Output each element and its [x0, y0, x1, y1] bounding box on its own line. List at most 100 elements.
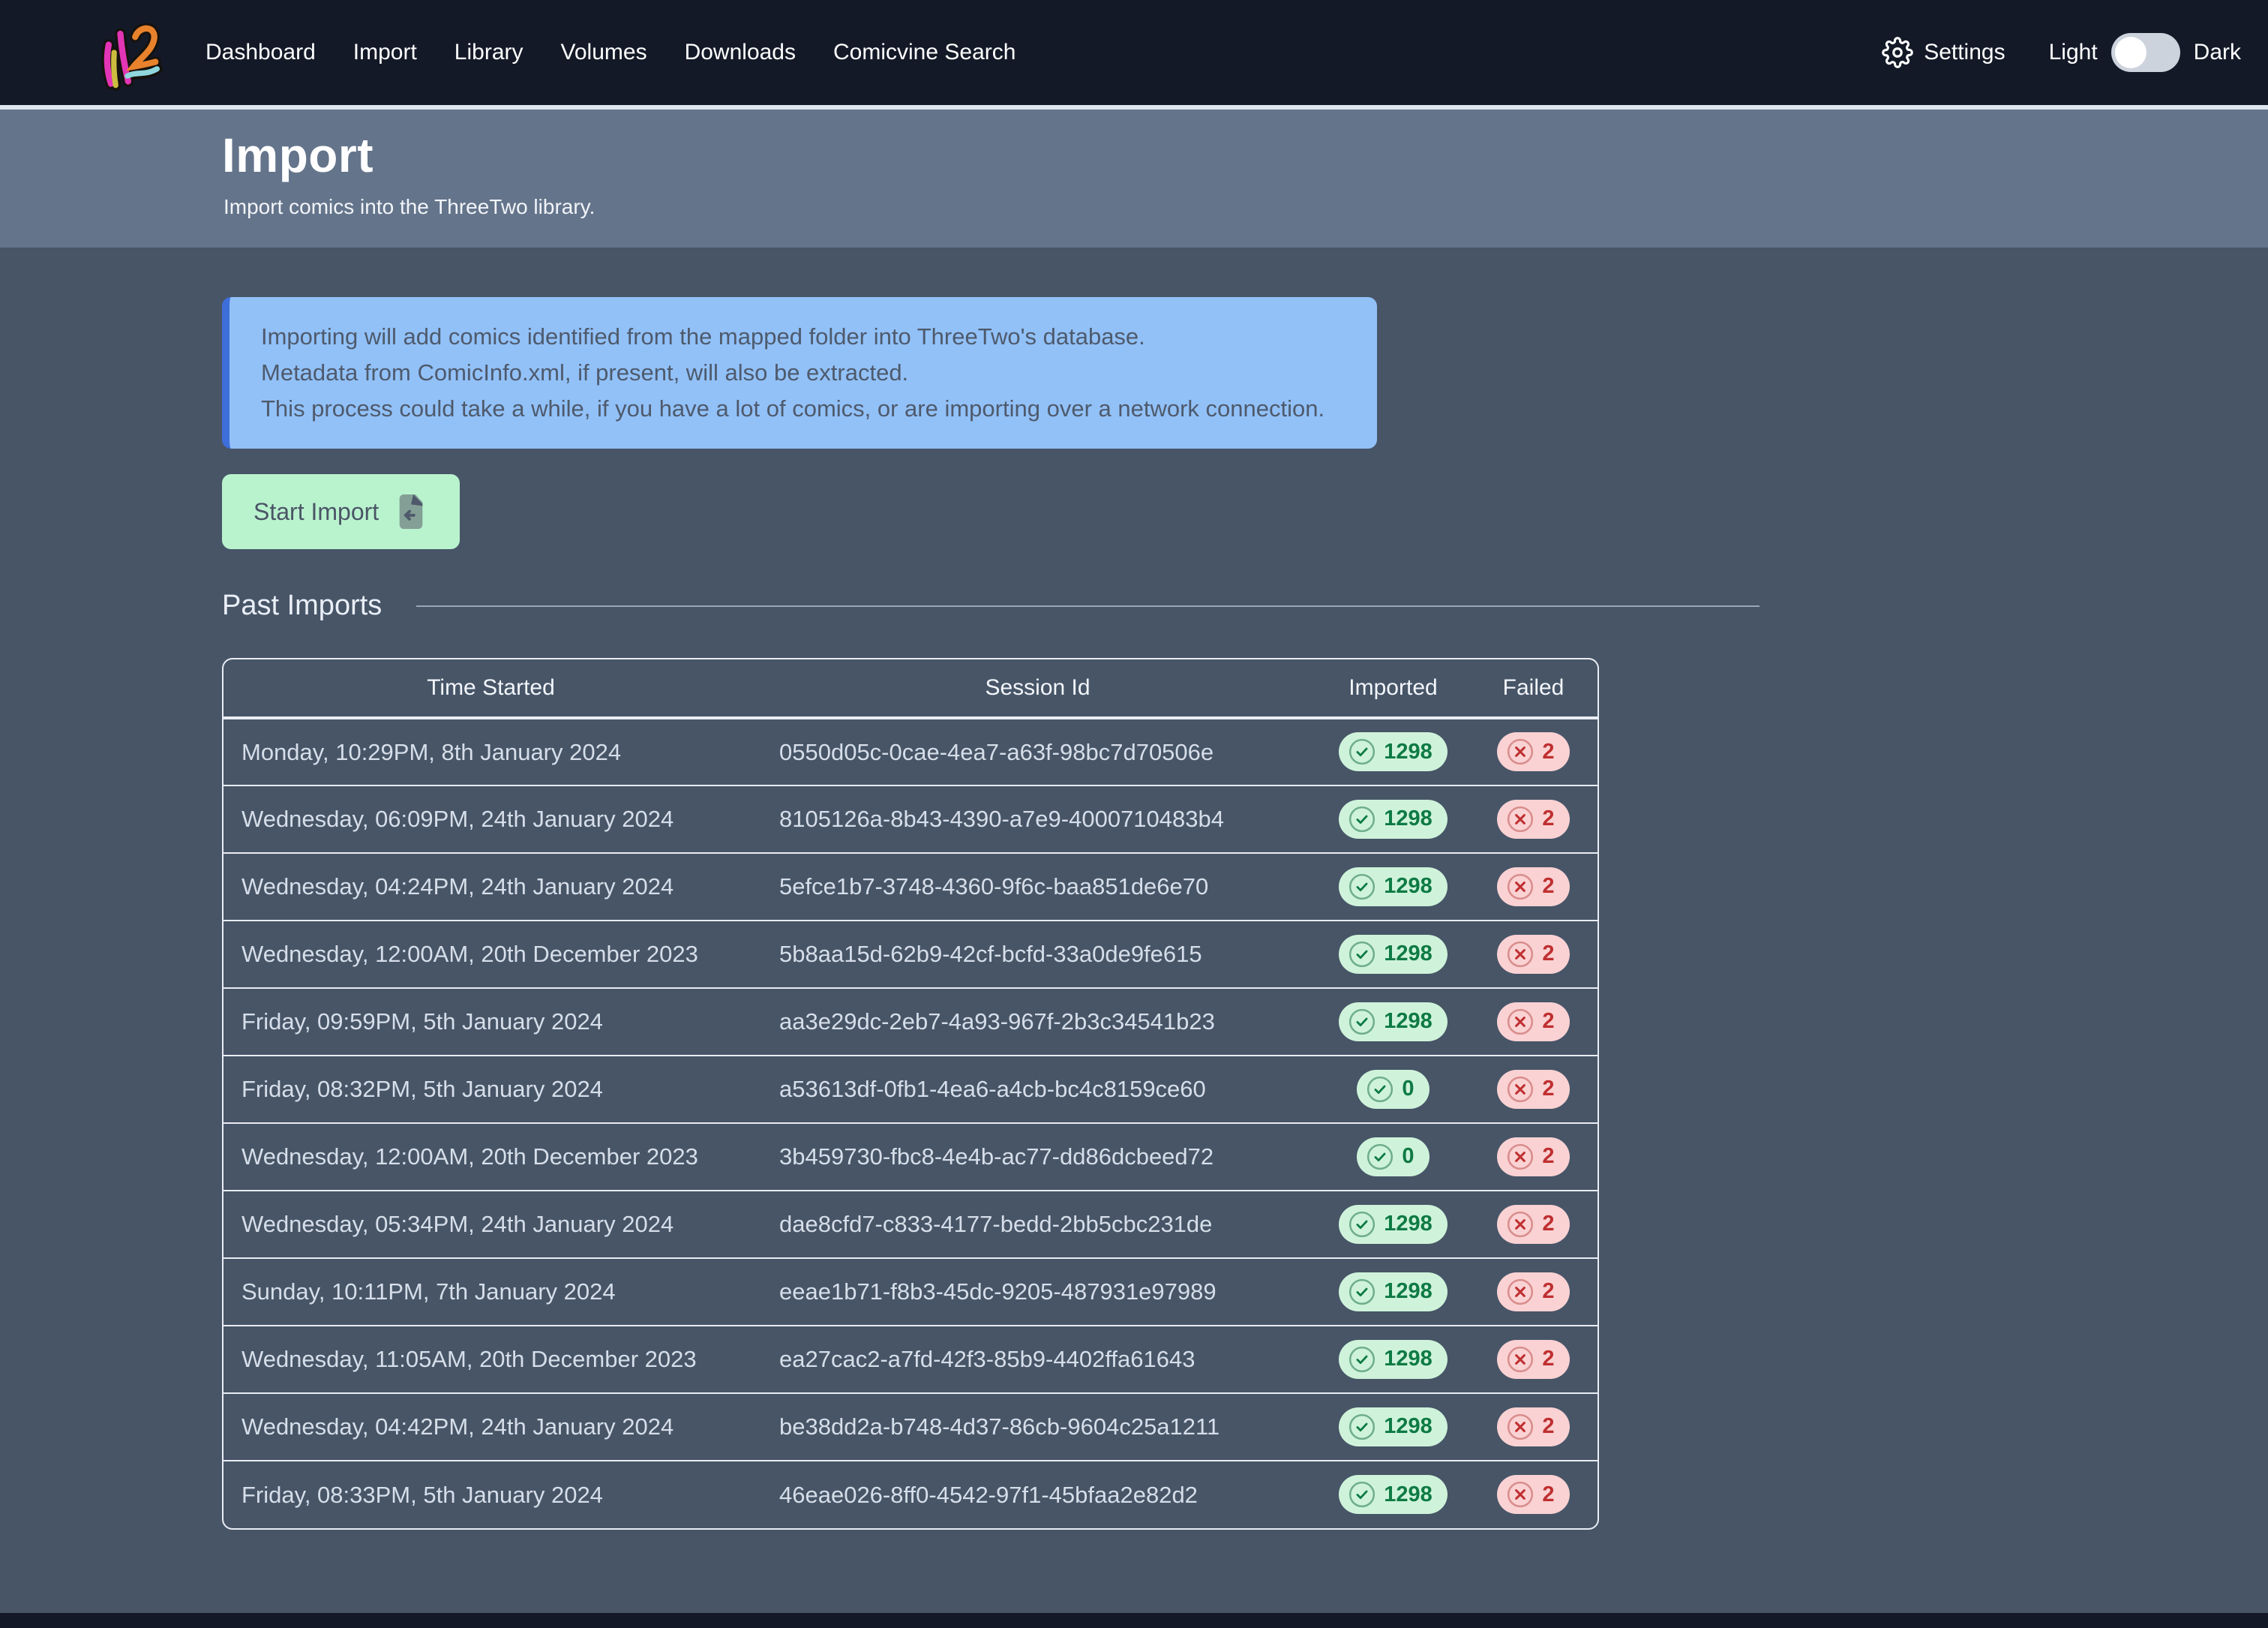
table-row: Friday, 08:33PM, 5th January 202446eae02…	[224, 1461, 1598, 1528]
imported-count-badge: 1298	[1339, 935, 1448, 974]
badge-count: 1298	[1384, 1484, 1432, 1506]
nav-item-downloads[interactable]: Downloads	[685, 40, 796, 65]
circle-x-icon	[1506, 1210, 1534, 1239]
imported-cell: 1298	[1317, 785, 1469, 853]
badge-count: 2	[1542, 808, 1554, 830]
circle-x-icon	[1506, 1345, 1534, 1374]
failed-count-badge: 2	[1497, 935, 1569, 974]
imported-cell: 1298	[1317, 1393, 1469, 1461]
column-header-failed: Failed	[1469, 659, 1598, 718]
badge-count: 2	[1542, 1416, 1554, 1437]
time-started-cell: Sunday, 10:11PM, 7th January 2024	[224, 1258, 758, 1326]
file-import-icon	[394, 493, 428, 530]
time-started-cell: Friday, 09:59PM, 5th January 2024	[224, 988, 758, 1056]
imported-count-badge: 1298	[1339, 867, 1448, 906]
failed-cell: 2	[1469, 988, 1598, 1056]
session-id-cell: 8105126a-8b43-4390-a7e9-4000710483b4	[758, 785, 1317, 853]
time-started-cell: Monday, 10:29PM, 8th January 2024	[224, 718, 758, 785]
imported-cell: 1298	[1317, 1191, 1469, 1258]
imported-count-badge: 1298	[1339, 800, 1448, 839]
failed-cell: 2	[1469, 1393, 1598, 1461]
page-subtitle: Import comics into the ThreeTwo library.	[224, 195, 2268, 219]
imported-cell: 0	[1317, 1056, 1469, 1123]
notification-line-3: This process could take a while, if you …	[261, 391, 1346, 427]
time-started-cell: Friday, 08:32PM, 5th January 2024	[224, 1056, 758, 1123]
badge-count: 0	[1402, 1078, 1414, 1100]
circle-check-icon	[1348, 1210, 1376, 1239]
column-header-time-started: Time Started	[224, 659, 758, 718]
badge-count: 2	[1542, 876, 1554, 897]
failed-cell: 2	[1469, 921, 1598, 988]
failed-cell: 2	[1469, 853, 1598, 921]
nav-item-dashboard[interactable]: Dashboard	[206, 40, 316, 65]
past-imports-table: Time StartedSession IdImportedFailed Mon…	[222, 658, 1599, 1530]
start-import-button[interactable]: Start Import	[222, 474, 460, 549]
circle-x-icon	[1506, 737, 1534, 766]
failed-cell: 2	[1469, 1123, 1598, 1191]
session-id-cell: aa3e29dc-2eb7-4a93-967f-2b3c34541b23	[758, 988, 1317, 1056]
notification-line-2: Metadata from ComicInfo.xml, if present,…	[261, 355, 1346, 391]
nav-links: Dashboard Import Library Volumes Downloads Co…	[206, 40, 1016, 65]
imported-count-badge: 1298	[1339, 1340, 1448, 1379]
failed-cell: 2	[1469, 1258, 1598, 1326]
failed-count-badge: 2	[1497, 1070, 1569, 1109]
table-row: Wednesday, 06:09PM, 24th January 2024810…	[224, 785, 1598, 853]
nav-item-import[interactable]: Import	[353, 40, 417, 65]
time-started-cell: Wednesday, 06:09PM, 24th January 2024	[224, 785, 758, 853]
badge-count: 0	[1402, 1146, 1414, 1167]
circle-x-icon	[1506, 1075, 1534, 1104]
table-row: Sunday, 10:11PM, 7th January 2024eeae1b7…	[224, 1258, 1598, 1326]
threetwo-logo-icon[interactable]	[92, 14, 170, 92]
circle-x-icon	[1506, 1413, 1534, 1441]
badge-count: 2	[1542, 1146, 1554, 1167]
imported-cell: 1298	[1317, 921, 1469, 988]
failed-count-badge: 2	[1497, 800, 1569, 839]
section-divider-line	[416, 605, 1760, 607]
column-header-imported: Imported	[1317, 659, 1469, 718]
imported-count-badge: 1298	[1339, 1475, 1448, 1514]
failed-cell: 2	[1469, 718, 1598, 785]
imported-count-badge: 1298	[1339, 732, 1448, 771]
time-started-cell: Wednesday, 11:05AM, 20th December 2023	[224, 1326, 758, 1393]
past-imports-heading: Past Imports	[222, 590, 382, 622]
badge-count: 1298	[1384, 741, 1432, 763]
settings-link[interactable]: Settings	[1882, 37, 2005, 68]
session-id-cell: ea27cac2-a7fd-42f3-85b9-4402ffa61643	[758, 1326, 1317, 1393]
session-id-cell: 46eae026-8ff0-4542-97f1-45bfaa2e82d2	[758, 1461, 1317, 1528]
imported-count-badge: 0	[1357, 1070, 1429, 1109]
badge-count: 1298	[1384, 1281, 1432, 1302]
imported-cell: 1298	[1317, 853, 1469, 921]
table-row: Wednesday, 12:00AM, 20th December 20233b…	[224, 1123, 1598, 1191]
session-id-cell: 0550d05c-0cae-4ea7-a63f-98bc7d70506e	[758, 718, 1317, 785]
circle-check-icon	[1348, 1480, 1376, 1509]
session-id-cell: 5efce1b7-3748-4360-9f6c-baa851de6e70	[758, 853, 1317, 921]
failed-cell: 2	[1469, 1326, 1598, 1393]
notification-line-1: Importing will add comics identified fro…	[261, 319, 1346, 355]
badge-count: 2	[1542, 1484, 1554, 1506]
main-content: Importing will add comics identified fro…	[0, 248, 2268, 1530]
badge-count: 2	[1542, 741, 1554, 763]
nav-item-volumes[interactable]: Volumes	[561, 40, 647, 65]
failed-count-badge: 2	[1497, 1002, 1569, 1041]
theme-toggle-knob	[2115, 37, 2146, 68]
failed-cell: 2	[1469, 1461, 1598, 1528]
table-row: Wednesday, 04:42PM, 24th January 2024be3…	[224, 1393, 1598, 1461]
badge-count: 1298	[1384, 943, 1432, 965]
badge-count: 1298	[1384, 808, 1432, 830]
circle-check-icon	[1348, 1345, 1376, 1374]
nav-item-comicvine-search[interactable]: Comicvine Search	[833, 40, 1016, 65]
session-id-cell: eeae1b71-f8b3-45dc-9205-487931e97989	[758, 1258, 1317, 1326]
circle-check-icon	[1366, 1143, 1394, 1171]
table-row: Wednesday, 11:05AM, 20th December 2023ea…	[224, 1326, 1598, 1393]
failed-count-badge: 2	[1497, 1475, 1569, 1514]
circle-x-icon	[1506, 873, 1534, 901]
failed-cell: 2	[1469, 785, 1598, 853]
table-row: Wednesday, 04:24PM, 24th January 20245ef…	[224, 853, 1598, 921]
failed-count-badge: 2	[1497, 732, 1569, 771]
circle-check-icon	[1366, 1075, 1394, 1104]
theme-toggle[interactable]	[2111, 33, 2180, 72]
circle-check-icon	[1348, 1278, 1376, 1306]
nav-item-library[interactable]: Library	[454, 40, 524, 65]
footer-bar	[0, 1613, 2268, 1628]
badge-count: 2	[1542, 1078, 1554, 1100]
